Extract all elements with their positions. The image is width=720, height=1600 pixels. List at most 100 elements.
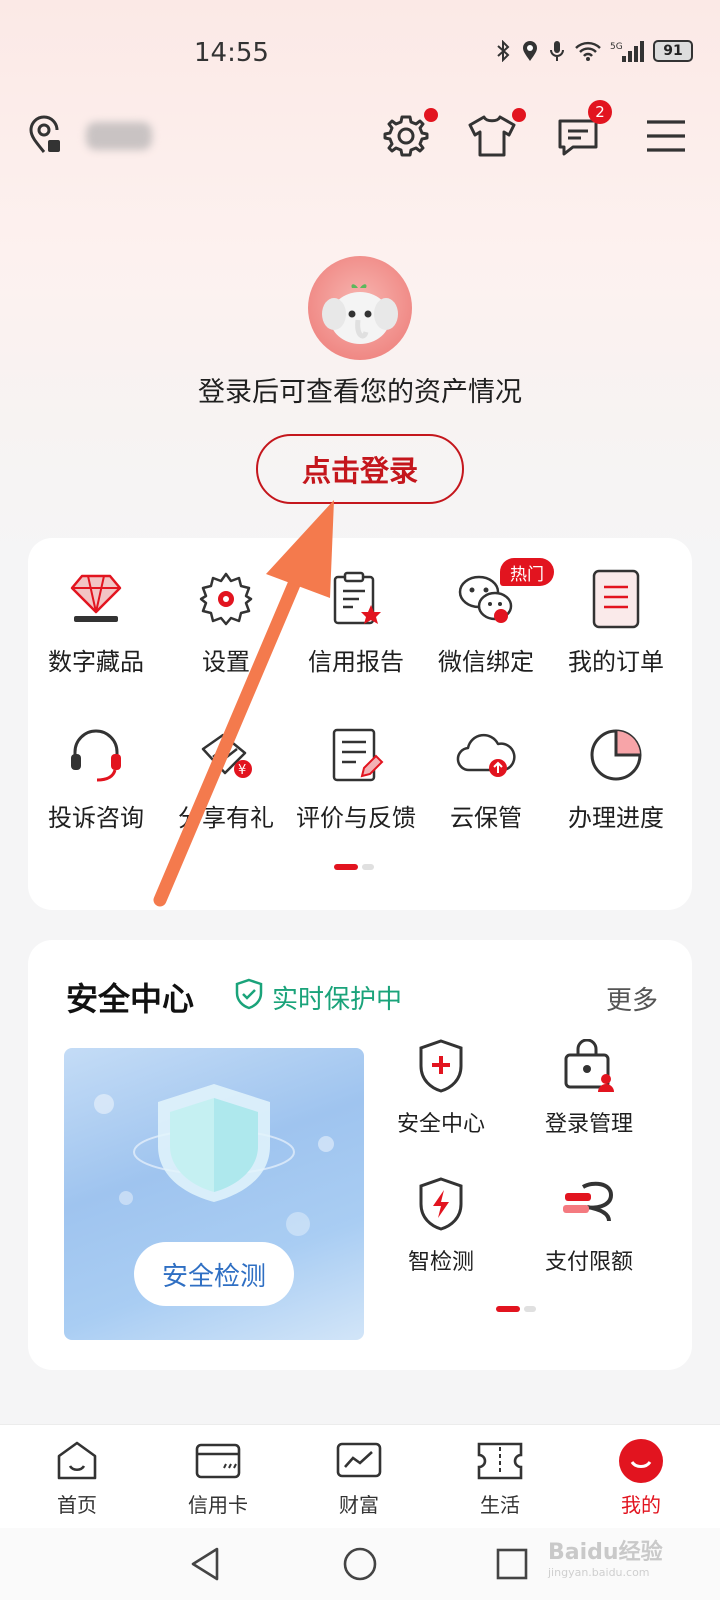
tshirt-icon[interactable] — [466, 108, 526, 162]
message-count-badge: 2 — [588, 100, 612, 124]
home-circle-icon[interactable] — [338, 1542, 382, 1586]
mascot-avatar[interactable] — [308, 256, 412, 360]
credit-card-icon — [194, 1439, 242, 1483]
grid-item-label: 分享有礼 — [178, 804, 274, 832]
battery-indicator: 91 — [653, 40, 693, 62]
tshirt-red-dot — [512, 108, 526, 122]
tab-label: 首页 — [57, 1493, 97, 1517]
tab-label: 信用卡 — [188, 1493, 248, 1517]
menu-icon[interactable] — [640, 110, 692, 162]
security-check-banner[interactable]: 安全检测 — [64, 1048, 364, 1340]
watermark-text: Baidu经验 — [548, 1540, 663, 1565]
wealth-chart-icon — [335, 1439, 383, 1483]
shield-check-icon — [234, 978, 264, 1017]
watermark-subtext: jingyan.baidu.com — [548, 1566, 650, 1579]
feedback-icon — [325, 724, 387, 786]
protection-status: 实时保护中 — [234, 978, 402, 1017]
login-button[interactable]: 点击登录 — [256, 434, 464, 504]
svg-text:5G: 5G — [610, 42, 623, 52]
tab-label: 生活 — [480, 1493, 520, 1517]
tab-label: 财富 — [339, 1493, 379, 1517]
security-item-login-manage[interactable]: 登录管理 — [514, 1036, 664, 1138]
shield-bolt-icon — [411, 1174, 471, 1234]
security-check-button[interactable]: 安全检测 — [134, 1242, 294, 1306]
blurred-user-name — [86, 122, 152, 150]
baidu-watermark: Baidu经验 jingyan.baidu.com — [548, 1534, 663, 1579]
tab-credit-card[interactable]: 信用卡 — [163, 1439, 273, 1518]
grid-item-label: 办理进度 — [568, 804, 664, 832]
security-item-label: 支付限额 — [544, 1250, 633, 1275]
wechat-icon — [455, 568, 517, 630]
pay-limit-icon — [559, 1174, 619, 1234]
grid-item-label: 微信绑定 — [438, 648, 534, 676]
grid-item-wechat-binding[interactable]: 微信绑定 — [420, 568, 552, 677]
grid-item-label: 云保管 — [450, 804, 522, 832]
recents-square-icon[interactable] — [490, 1542, 534, 1586]
grid-item-credit-report[interactable]: 信用报告 — [290, 568, 422, 677]
tab-mine[interactable]: 我的 — [586, 1439, 696, 1518]
signal-icon: 5G — [610, 38, 644, 64]
grid-item-label: 数字藏品 — [48, 648, 144, 676]
grid-item-digital-collectibles[interactable]: 数字藏品 — [30, 568, 162, 677]
settings-icon[interactable] — [380, 108, 438, 162]
login-tip: 登录后可查看您的资产情况 — [198, 377, 522, 408]
security-more-link[interactable]: 更多 — [606, 980, 658, 1017]
function-grid-card: 热门 数字藏品 设置 信用报告 微信绑定 我的订单 投诉咨询 ¥ 分享有礼 评价… — [28, 538, 692, 910]
tab-life[interactable]: 生活 — [445, 1439, 555, 1518]
grid-item-settings[interactable]: 设置 — [160, 568, 292, 677]
tab-wealth[interactable]: 财富 — [304, 1439, 414, 1518]
grid-item-cloud-custody[interactable]: 云保管 — [420, 724, 552, 833]
security-item-label: 安全中心 — [396, 1112, 485, 1137]
grid-item-complaint[interactable]: 投诉咨询 — [30, 724, 162, 833]
order-icon — [585, 568, 647, 630]
page-dot-active — [496, 1306, 520, 1312]
tab-label: 我的 — [621, 1493, 661, 1517]
tab-home[interactable]: 首页 — [22, 1439, 132, 1518]
page-dot — [524, 1306, 536, 1312]
grid-item-label: 我的订单 — [568, 648, 664, 676]
grid-item-feedback[interactable]: 评价与反馈 — [290, 724, 422, 833]
credit-report-icon — [325, 568, 387, 630]
login-manage-icon — [559, 1036, 619, 1096]
grid-item-label: 投诉咨询 — [48, 804, 144, 832]
security-center-card: 安全中心 实时保护中 更多 安全检测 安全中心 登录管理 智检测 支付限额 — [28, 940, 692, 1370]
page-dot-active — [334, 864, 358, 870]
security-title: 安全中心 — [66, 980, 195, 1018]
grid-item-my-orders[interactable]: 我的订单 — [550, 568, 682, 677]
protection-status-text: 实时保护中 — [272, 985, 403, 1015]
progress-pie-icon — [585, 724, 647, 786]
message-icon[interactable]: 2 — [552, 100, 612, 162]
bottom-tab-bar: 首页 信用卡 财富 生活 我的 — [0, 1424, 720, 1528]
diamond-icon — [65, 568, 127, 630]
location-pin-icon — [521, 38, 539, 64]
status-time: 14:55 — [194, 38, 269, 68]
grid-item-label: 信用报告 — [308, 648, 404, 676]
settings-red-dot — [424, 108, 438, 122]
grid-item-share-gift[interactable]: ¥ 分享有礼 — [160, 724, 292, 833]
page-dot — [362, 864, 374, 870]
share-gift-icon: ¥ — [195, 724, 257, 786]
status-icons: 5G 91 — [494, 38, 693, 64]
shield-plus-icon — [411, 1036, 471, 1096]
grid-page-indicator — [334, 864, 374, 870]
top-header: 2 — [0, 100, 720, 170]
status-bar: 14:55 5G 91 — [0, 0, 720, 100]
headset-icon — [65, 724, 127, 786]
profile-smile-icon — [617, 1439, 665, 1483]
location-icon[interactable] — [26, 114, 66, 158]
security-item-smart-detect[interactable]: 智检测 — [366, 1174, 516, 1276]
security-item-label: 智检测 — [407, 1250, 474, 1275]
grid-item-progress[interactable]: 办理进度 — [550, 724, 682, 833]
security-item-center[interactable]: 安全中心 — [366, 1036, 516, 1138]
home-icon — [53, 1439, 101, 1483]
bluetooth-icon — [494, 38, 512, 64]
security-item-pay-limit[interactable]: 支付限额 — [514, 1174, 664, 1276]
ticket-icon — [476, 1439, 524, 1483]
svg-text:¥: ¥ — [238, 763, 246, 778]
microphone-icon — [548, 38, 566, 64]
gear-icon — [195, 568, 257, 630]
back-icon[interactable] — [184, 1542, 228, 1586]
grid-item-label: 设置 — [202, 648, 250, 676]
grid-item-label: 评价与反馈 — [296, 804, 416, 832]
wifi-icon — [575, 38, 601, 64]
